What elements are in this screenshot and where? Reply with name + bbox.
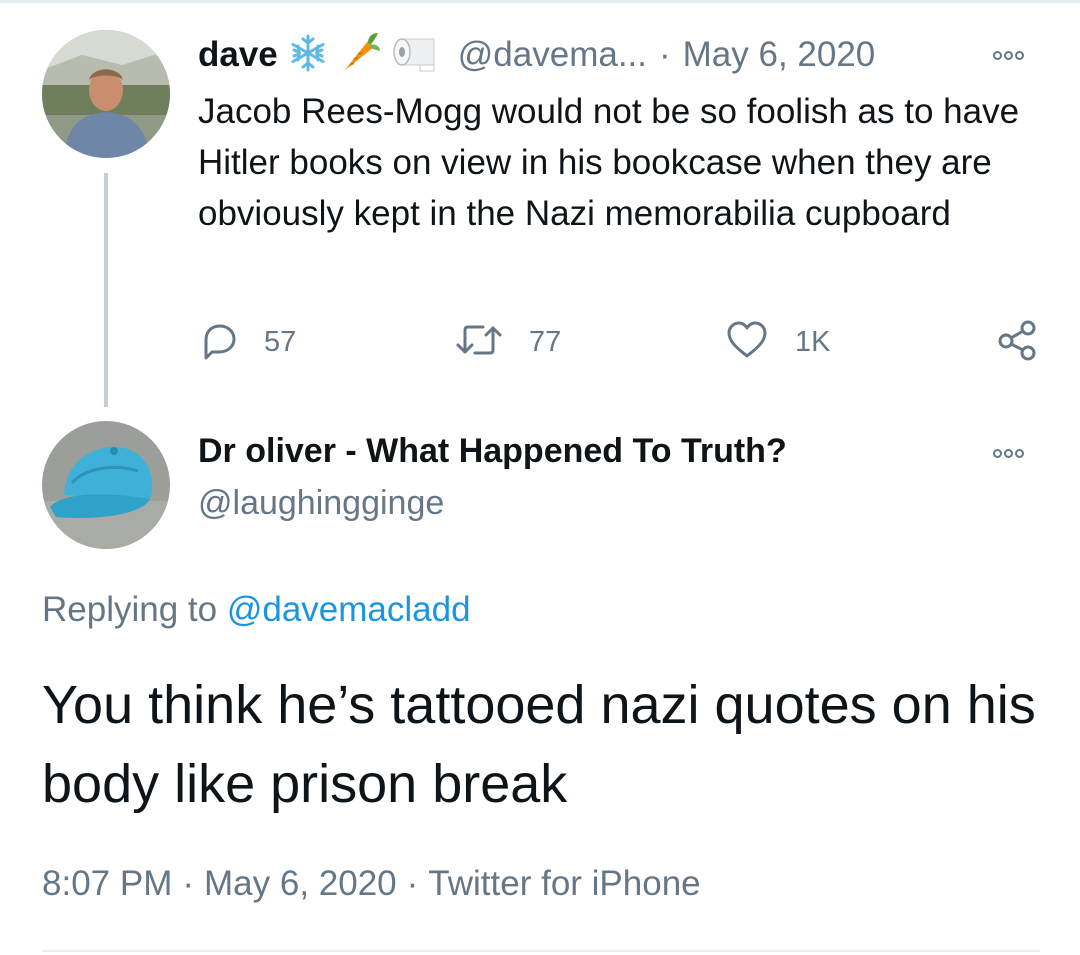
parent-tweet-text: Jacob Rees-Mogg would not be so foolish … <box>198 92 1020 233</box>
share-icon <box>996 319 1038 366</box>
avatar-photo <box>42 421 170 549</box>
reply-icon <box>198 320 238 365</box>
avatar-photo <box>42 30 170 158</box>
toilet-paper-emoji-icon <box>392 33 438 78</box>
reply-more-options-icon[interactable] <box>993 449 1024 458</box>
tweet-source[interactable]: Twitter for iPhone <box>428 864 700 903</box>
thread-connector <box>104 173 108 407</box>
reply-tweet-text: You think he’s tattooed nazi quotes on h… <box>42 675 1036 814</box>
parent-tweet-actions: 57 77 1K <box>198 320 1048 364</box>
parent-author-handle[interactable]: @davema... <box>458 35 647 75</box>
reply-button[interactable]: 57 <box>198 320 296 364</box>
reply-count: 57 <box>264 325 297 358</box>
replying-to-mention[interactable]: @davemacladd <box>227 590 471 629</box>
like-button[interactable]: 1K <box>725 320 830 364</box>
snowflake-emoji-icon <box>288 33 328 78</box>
parent-tweet-header: dave @davema... · May 6, 2020 <box>198 30 958 80</box>
header-separator: · <box>659 35 671 74</box>
meta-separator: · <box>406 864 419 903</box>
parent-more-options-icon[interactable] <box>993 51 1024 60</box>
tweet-time[interactable]: 8:07 PM <box>42 864 172 903</box>
reply-tweet-metadata: 8:07 PM · May 6, 2020 · Twitter for iPhone <box>42 864 701 904</box>
retweet-icon <box>455 320 503 365</box>
avatar-dr-oliver[interactable] <box>42 421 170 549</box>
tweet-date[interactable]: May 6, 2020 <box>204 864 397 903</box>
reply-author-name[interactable]: Dr oliver - What Happened To Truth? <box>198 432 787 471</box>
carrot-emoji-icon <box>338 31 382 80</box>
replying-to-label: Replying to <box>42 590 218 629</box>
share-button[interactable] <box>996 320 1038 364</box>
avatar-dave[interactable] <box>42 30 170 158</box>
retweet-button[interactable]: 77 <box>455 320 561 364</box>
top-divider <box>0 0 1080 3</box>
parent-author-name[interactable]: dave <box>198 35 278 75</box>
meta-separator: · <box>182 864 195 903</box>
parent-tweet-date[interactable]: May 6, 2020 <box>683 35 876 75</box>
heart-icon <box>725 320 769 365</box>
like-count: 1K <box>795 325 831 358</box>
reply-author-handle[interactable]: @laughingginge <box>198 484 444 523</box>
replying-to-line: Replying to @davemacladd <box>42 590 471 630</box>
retweet-count: 77 <box>529 325 562 358</box>
bottom-divider <box>42 950 1040 952</box>
